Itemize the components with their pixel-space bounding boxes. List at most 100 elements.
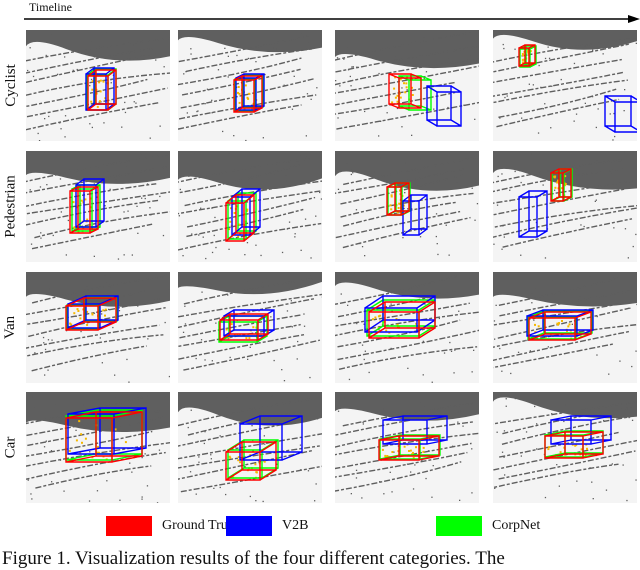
lidar-point [517,275,518,276]
lidar-point [574,121,575,122]
target-point [100,90,102,92]
target-point [522,54,524,56]
lidar-point [584,46,585,47]
lidar-point [300,469,301,470]
lidar-point [212,360,213,361]
lidar-point [519,170,520,171]
target-point [561,320,563,322]
target-point [125,441,127,443]
lidar-point [531,293,532,294]
lidar-point [44,118,45,119]
lidar-point [190,48,191,49]
lidar-point [46,55,47,56]
lidar-point [89,451,90,452]
lidar-point [548,47,549,48]
lidar-point [407,368,408,369]
lidar-point [542,42,543,43]
lidar-point [431,151,432,152]
lidar-scene [178,30,322,141]
lidar-point [521,118,522,119]
lidar-point [369,372,370,373]
lidar-point [118,230,119,231]
lidar-point [591,482,592,483]
lidar-point [213,488,214,489]
target-point [102,309,104,311]
lidar-point [370,319,371,320]
lidar-point [353,66,354,67]
lidar-point [188,176,189,177]
lidar-point [118,284,119,285]
lidar-point [94,56,95,57]
lidar-point [31,244,32,245]
lidar-point [536,423,537,424]
lidar-scene [335,272,479,383]
lidar-point [211,208,212,209]
lidar-point [317,418,318,419]
panel-van-frame-3 [335,272,479,383]
corpnet-box [367,300,435,336]
lidar-point [500,272,501,273]
lidar-point [506,406,507,407]
lidar-point [163,235,164,236]
lidar-scene [26,272,170,383]
lidar-point [274,360,275,361]
lidar-point [548,346,549,347]
lidar-point [38,133,39,134]
target-point [256,471,258,473]
lidar-point [354,171,355,172]
lidar-point [421,230,422,231]
lidar-point [545,257,546,258]
lidar-point [624,151,625,152]
lidar-point [462,426,463,427]
lidar-point [362,422,363,423]
lidar-point [520,255,521,256]
lidar-point [411,135,412,136]
scan-line [35,466,151,488]
target-point [390,204,392,206]
scan-line [181,79,315,108]
lidar-point [250,347,251,348]
panel-van-frame-4 [493,272,637,383]
lidar-point [362,345,363,346]
lidar-point [30,47,31,48]
lidar-point [222,131,223,132]
lidar-point [294,76,295,77]
lidar-point [152,454,153,455]
lidar-point [40,232,41,233]
lidar-point [496,305,497,306]
lidar-point [362,246,363,247]
lidar-point [230,357,231,358]
lidar-point [453,372,454,373]
lidar-point [418,172,419,173]
lidar-point [123,211,124,212]
lidar-point [437,254,438,255]
lidar-point [234,34,235,35]
lidar-point [335,80,336,81]
lidar-point [32,397,33,398]
target-point [86,324,88,326]
lidar-point [110,189,111,190]
lidar-point [193,153,194,154]
lidar-point [635,273,636,274]
lidar-point [454,350,455,351]
lidar-point [526,431,527,432]
lidar-point [49,289,50,290]
lidar-point [310,257,311,258]
lidar-point [159,450,160,451]
lidar-point [157,502,158,503]
lidar-point [499,117,500,118]
panel-cyclist-frame-1 [26,30,170,141]
lidar-point [497,205,498,206]
lidar-point [250,496,251,497]
scan-line [343,202,457,226]
legend-swatch-ground-truth [106,516,152,536]
lidar-point [309,377,310,378]
lidar-point [190,471,191,472]
target-point [422,451,424,453]
lidar-point [635,234,636,235]
lidar-point [134,101,135,102]
lidar-point [160,427,161,428]
lidar-point [141,499,142,500]
lidar-point [308,42,309,43]
lidar-point [446,225,447,226]
